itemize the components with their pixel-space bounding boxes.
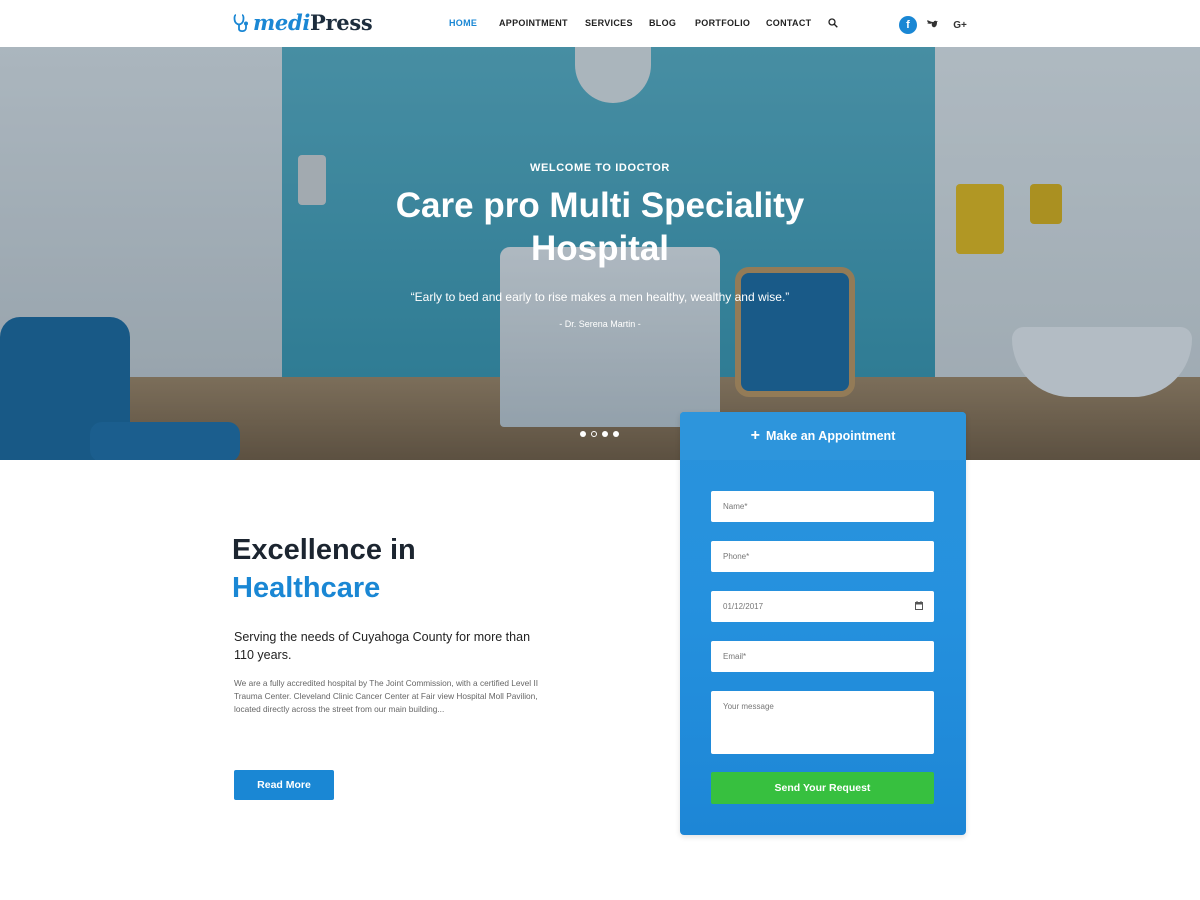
hero-slider: WELCOME TO IDOCTOR Care pro Multi Specia… [0, 47, 1200, 460]
email-placeholder: Email* [723, 652, 747, 661]
email-field[interactable]: Email* [711, 641, 934, 672]
phone-placeholder: Phone* [723, 552, 750, 561]
send-request-button[interactable]: Send Your Request [711, 772, 934, 804]
intro-subtitle: Serving the needs of Cuyahoga County for… [234, 630, 531, 662]
plus-icon: + [750, 427, 760, 444]
hero-quote: “Early to bed and early to rise makes a … [410, 290, 790, 304]
slider-dots [580, 431, 619, 437]
facebook-icon-glyph: f [906, 19, 910, 31]
stethoscope-icon [233, 13, 248, 32]
logo-text: mediPress [253, 10, 373, 35]
message-field[interactable]: Your message [711, 691, 934, 754]
nav-blog[interactable]: BLOG [649, 18, 695, 28]
appointment-panel: + Make an Appointment Name* Phone* 01/12… [680, 412, 966, 835]
phone-field[interactable]: Phone* [711, 541, 934, 572]
intro-title-line1: Excellence in [232, 534, 416, 566]
facebook-icon[interactable]: f [899, 16, 917, 34]
intro-body: We are a fully accredited hospital by Th… [234, 678, 539, 714]
nav-contact[interactable]: CONTACT [766, 18, 816, 28]
read-more-button[interactable]: Read More [234, 770, 334, 800]
slider-dot-3[interactable] [602, 431, 608, 437]
slider-dot-1[interactable] [580, 431, 586, 437]
nav-appointment[interactable]: APPOINTMENT [499, 18, 585, 28]
hero-title: Care pro Multi Speciality Hospital [395, 186, 805, 268]
site-header: mediPress HOME APPOINTMENT SERVICES BLOG… [0, 0, 1200, 47]
date-field[interactable]: 01/12/2017 [711, 591, 934, 622]
twitter-icon[interactable] [926, 16, 938, 34]
nav-portfolio[interactable]: PORTFOLIO [695, 18, 766, 28]
slider-dot-2[interactable] [591, 431, 597, 437]
logo-text-prefix: medi [253, 10, 311, 35]
date-value: 01/12/2017 [723, 602, 764, 611]
name-field[interactable]: Name* [711, 491, 934, 522]
search-icon[interactable] [828, 18, 838, 28]
logo-text-suffix: Press [310, 10, 373, 35]
google-plus-icon-glyph: G+ [953, 19, 967, 31]
hero-author: - Dr. Serena Martin - [559, 319, 641, 329]
name-placeholder: Name* [723, 502, 748, 511]
nav-home[interactable]: HOME [449, 18, 499, 28]
logo[interactable]: mediPress [233, 10, 373, 35]
appointment-heading: Make an Appointment [765, 429, 896, 443]
hero-kicker: WELCOME TO IDOCTOR [530, 162, 670, 174]
appointment-header: + Make an Appointment [680, 412, 966, 460]
main-nav: HOME APPOINTMENT SERVICES BLOG PORTFOLIO… [449, 18, 816, 28]
message-placeholder: Your message [723, 702, 774, 711]
slider-dot-4[interactable] [613, 431, 619, 437]
calendar-icon[interactable] [915, 601, 923, 610]
intro-title-line2: Healthcare [232, 572, 381, 604]
nav-services[interactable]: SERVICES [585, 18, 649, 28]
google-plus-icon[interactable]: G+ [952, 16, 968, 34]
